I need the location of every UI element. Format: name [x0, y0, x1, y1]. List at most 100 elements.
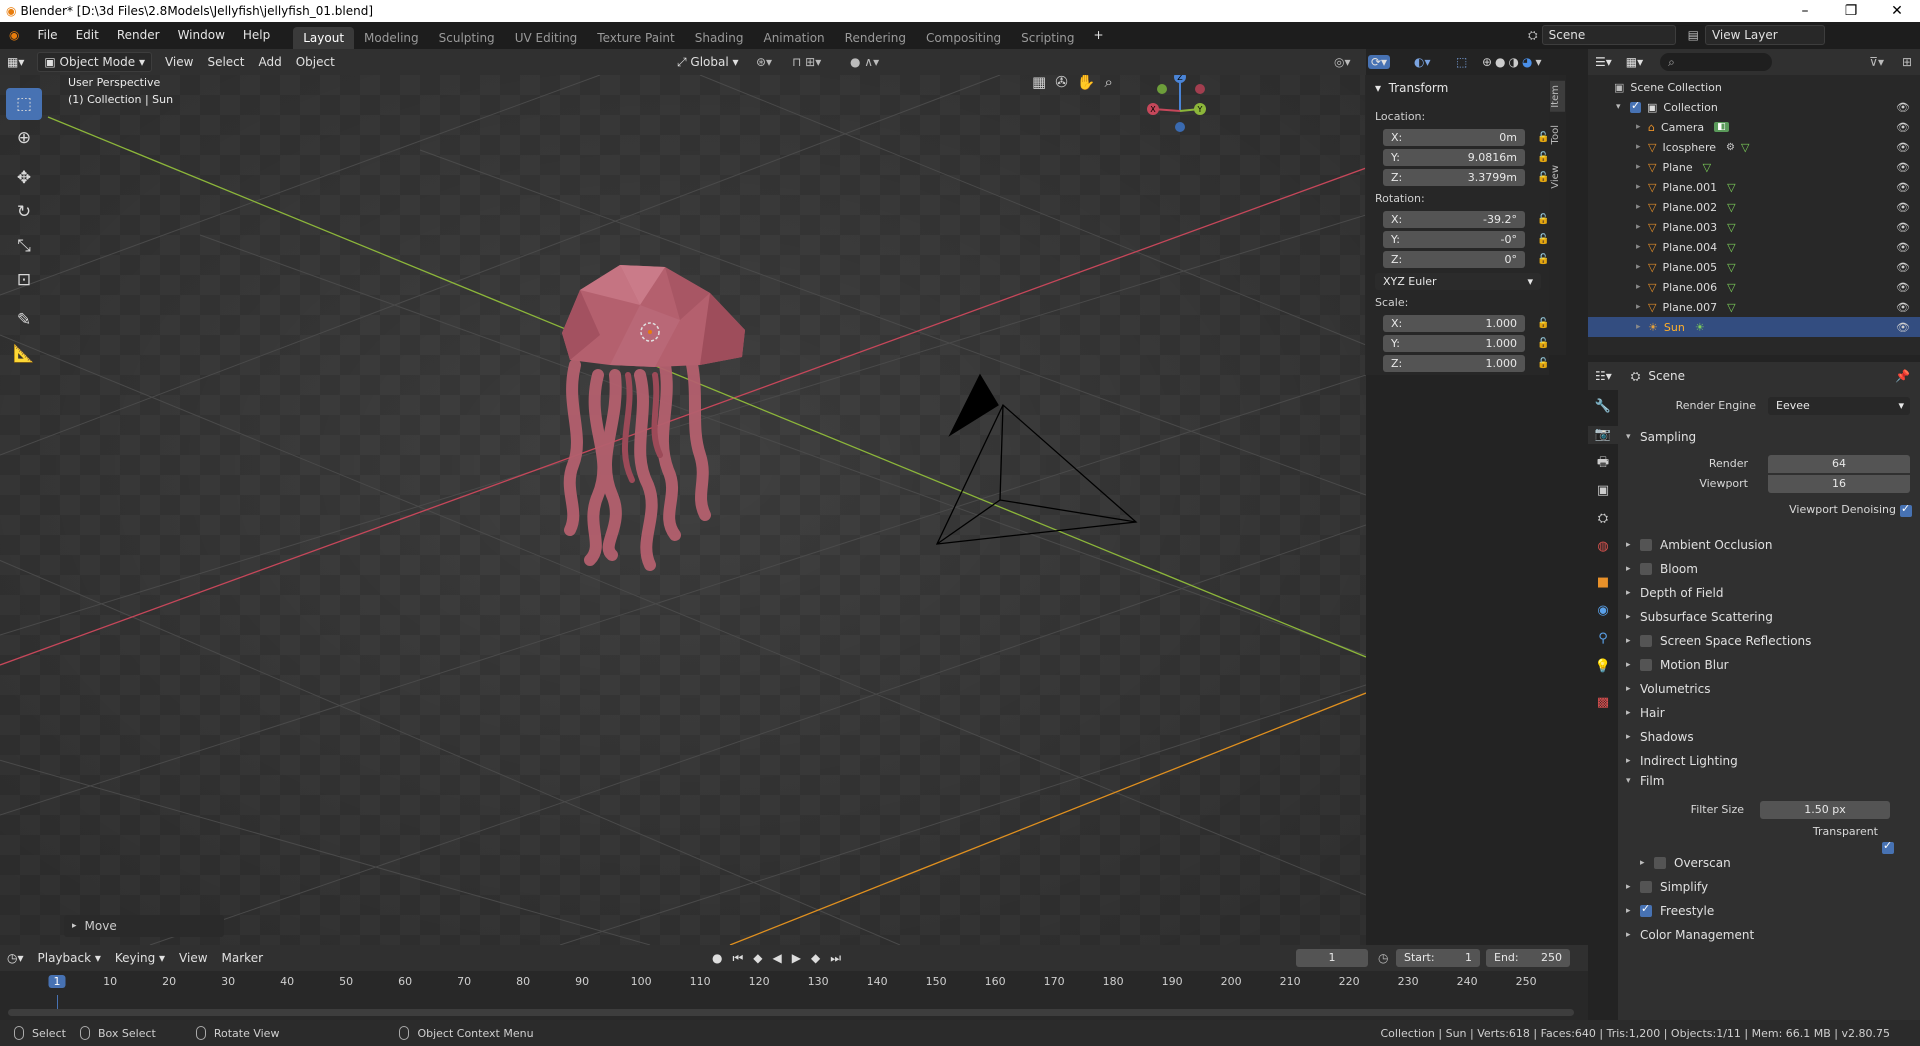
- scale-z-field[interactable]: Z: 1.000: [1383, 355, 1525, 372]
- constraints-tab-icon[interactable]: ⚲: [1594, 630, 1612, 648]
- measure-tool-icon[interactable]: 📐: [6, 338, 42, 370]
- render-tab-icon[interactable]: 📷: [1588, 426, 1618, 444]
- panel-bloom[interactable]: ▸ Bloom: [1626, 562, 1698, 576]
- new-collection-icon[interactable]: ⊞: [1902, 55, 1912, 69]
- outliner-editor-type-icon[interactable]: ☰▾: [1588, 55, 1619, 69]
- next-keyframe-icon[interactable]: ◆: [811, 951, 820, 966]
- timeline-menu-playback[interactable]: Playback ▾: [31, 951, 108, 965]
- select-box-tool-icon[interactable]: ⬚: [6, 88, 42, 120]
- eye-icon[interactable]: 👁: [1896, 201, 1910, 214]
- view-layer-selector[interactable]: View Layer: [1704, 25, 1825, 45]
- menu-file[interactable]: File: [28, 22, 66, 49]
- viewport-samples-field[interactable]: 16: [1768, 475, 1910, 493]
- tab-modeling[interactable]: Modeling: [354, 27, 429, 49]
- outliner-item-plane-006[interactable]: ▸ ▽ Plane.006 ▽ 👁: [1588, 277, 1920, 297]
- tab-layout[interactable]: Layout: [293, 27, 355, 49]
- panel-screen-space-reflections[interactable]: ▸ Screen Space Reflections: [1626, 634, 1811, 648]
- play-reverse-icon[interactable]: ◀: [773, 951, 782, 966]
- outliner-search-input[interactable]: ⌕: [1660, 53, 1773, 71]
- eye-icon[interactable]: 👁: [1896, 241, 1910, 254]
- menu-help[interactable]: Help: [234, 22, 279, 49]
- lock-icon[interactable]: 🔓: [1537, 152, 1549, 163]
- ortho-toggle-icon[interactable]: ▦: [1032, 75, 1046, 91]
- scene-selector[interactable]: Scene: [1541, 25, 1676, 45]
- viewport-menu-view[interactable]: View: [158, 55, 200, 69]
- editor-type-icon[interactable]: ▦▾: [0, 55, 31, 69]
- transparent-checkbox[interactable]: [1882, 839, 1894, 854]
- menu-edit[interactable]: Edit: [67, 22, 108, 49]
- pan-hand-icon[interactable]: ✋: [1077, 75, 1096, 91]
- filter-icon[interactable]: ⊽▾: [1869, 55, 1884, 69]
- object-data-tab-icon[interactable]: 💡: [1594, 658, 1612, 676]
- transform-tool-icon[interactable]: ⊡: [6, 264, 42, 296]
- tab-texture-paint[interactable]: Texture Paint: [587, 27, 684, 49]
- proportional-edit-icon[interactable]: ● ∧▾: [850, 55, 879, 69]
- gizmo-toggle-icon[interactable]: ⟳▾: [1368, 55, 1391, 69]
- lock-icon[interactable]: 🔓: [1537, 172, 1549, 183]
- eye-icon[interactable]: 👁: [1896, 121, 1910, 134]
- pin-icon[interactable]: 📌: [1895, 369, 1910, 383]
- output-tab-icon[interactable]: 🖶: [1594, 454, 1612, 472]
- current-frame-field[interactable]: 1: [1296, 949, 1368, 967]
- outliner-item-sun[interactable]: ▸ ☀ Sun ☀ 👁: [1588, 317, 1920, 337]
- timeline-menu-marker[interactable]: Marker: [215, 951, 270, 965]
- location-x-field[interactable]: X: 0m: [1383, 129, 1525, 146]
- rotation-y-field[interactable]: Y: -0°: [1383, 231, 1525, 248]
- jump-end-icon[interactable]: ⏭: [830, 951, 841, 966]
- tab-shading[interactable]: Shading: [685, 27, 754, 49]
- rotation-mode-dropdown[interactable]: XYZ Euler ▾: [1375, 273, 1541, 290]
- eye-icon[interactable]: 👁: [1896, 261, 1910, 274]
- overscan-subpanel[interactable]: ▸ Overscan: [1640, 856, 1731, 870]
- tab-sculpting[interactable]: Sculpting: [429, 27, 505, 49]
- cursor-tool-icon[interactable]: ⊕: [6, 122, 42, 154]
- eye-icon[interactable]: 👁: [1896, 221, 1910, 234]
- eye-icon[interactable]: 👁: [1896, 101, 1910, 114]
- eye-icon[interactable]: 👁: [1896, 281, 1910, 294]
- blender-menu-icon[interactable]: ◉: [0, 22, 28, 49]
- transform-panel-title[interactable]: ▾ Transform: [1375, 81, 1448, 99]
- orientation-selector[interactable]: ⤢ Global ▾: [670, 55, 746, 70]
- outliner-item-plane[interactable]: ▸ ▽ Plane ▽ 👁: [1588, 157, 1920, 177]
- panel-enable-checkbox[interactable]: [1640, 563, 1652, 575]
- tab-animation[interactable]: Animation: [753, 27, 834, 49]
- outliner-scene-collection[interactable]: ▣ Scene Collection: [1588, 77, 1920, 97]
- outliner-item-plane-007[interactable]: ▸ ▽ Plane.007 ▽ 👁: [1588, 297, 1920, 317]
- eye-icon[interactable]: 👁: [1896, 321, 1910, 334]
- panel-depth-of-field[interactable]: ▸ Depth of Field: [1626, 586, 1723, 600]
- render-engine-dropdown[interactable]: Eevee ▾: [1768, 397, 1910, 415]
- timeline-area[interactable]: 1 10 20 30 40 50 60 70 80 90 100 110 120 130 140 150 160…: [0, 971, 1588, 1020]
- scene-icon[interactable]: ⛭: [1528, 28, 1538, 43]
- 3d-viewport[interactable]: User Perspective (1) Collection | Sun ▦ …: [0, 75, 1366, 945]
- timeline-editor-type-icon[interactable]: ◷▾: [0, 951, 31, 965]
- panel-enable-checkbox[interactable]: [1640, 902, 1652, 917]
- tab-view[interactable]: View: [1550, 161, 1565, 193]
- timeline-menu-keying[interactable]: Keying ▾: [108, 951, 172, 965]
- outliner-item-plane-003[interactable]: ▸ ▽ Plane.003 ▽ 👁: [1588, 217, 1920, 237]
- outliner-item-plane-005[interactable]: ▸ ▽ Plane.005 ▽ 👁: [1588, 257, 1920, 277]
- viewport-menu-add[interactable]: Add: [251, 55, 288, 69]
- menu-render[interactable]: Render: [108, 22, 169, 49]
- film-panel-header[interactable]: ▾ Film: [1626, 774, 1664, 788]
- panel-indirect-lighting[interactable]: ▸ Indirect Lighting: [1626, 754, 1738, 768]
- filter-size-field[interactable]: 1.50 px: [1760, 801, 1890, 819]
- outliner-item-plane-001[interactable]: ▸ ▽ Plane.001 ▽ 👁: [1588, 177, 1920, 197]
- viewport-denoising-checkbox[interactable]: [1900, 502, 1912, 517]
- move-tool-icon[interactable]: ✥: [6, 162, 42, 194]
- overscan-checkbox[interactable]: [1654, 857, 1666, 869]
- panel-simplify[interactable]: ▸ Simplify: [1626, 880, 1708, 894]
- start-frame-field[interactable]: Start: 1: [1396, 949, 1480, 967]
- axis-gizmo[interactable]: Z X Y: [1140, 75, 1220, 151]
- play-icon[interactable]: ▶: [792, 951, 801, 966]
- modifiers-tab-icon[interactable]: ◉: [1594, 602, 1612, 620]
- maximize-button[interactable]: ❐: [1828, 0, 1874, 22]
- object-tab-icon[interactable]: ■: [1594, 574, 1612, 592]
- lock-icon[interactable]: 🔓: [1537, 338, 1549, 349]
- lock-icon[interactable]: 🔓: [1537, 214, 1549, 225]
- mode-selector[interactable]: ▣ Object Mode ▾: [37, 52, 152, 72]
- texture-tab-icon[interactable]: ▩: [1594, 694, 1612, 712]
- rotate-tool-icon[interactable]: ↻: [6, 196, 42, 228]
- panel-color-management[interactable]: ▸ Color Management: [1626, 928, 1754, 942]
- shading-modes-icon[interactable]: ⊕●◑◕▾: [1482, 55, 1545, 69]
- pivot-icon[interactable]: ⊛▾: [756, 55, 772, 69]
- panel-motion-blur[interactable]: ▸ Motion Blur: [1626, 658, 1729, 672]
